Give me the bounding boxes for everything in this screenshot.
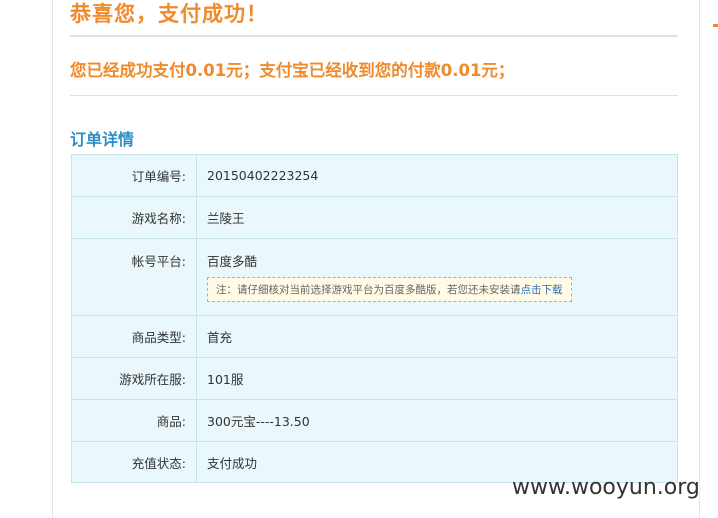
edge-marker [713,24,718,27]
game-name-label: 游戏名称: [71,196,197,239]
content-left-border [52,0,53,518]
game-name-value: 兰陵王 [196,196,678,239]
platform-warning-note: 注：请仔细核对当前选择游戏平台为百度多酷版，若您还未安装请点击下载 [207,277,572,302]
recharge-status-label: 充值状态: [71,441,197,483]
product-value: 300元宝----13.50 [196,399,678,442]
order-row-product-type: 商品类型: 首充 [71,315,678,358]
payment-result-page: 恭喜您，支付成功！ 您已经成功支付0.01元；支付宝已经收到您的付款0.01元；… [0,0,718,518]
title-divider [70,35,678,37]
order-row-game-server: 游戏所在服: 101服 [71,357,678,400]
platform-warning-text: 注：请仔细核对当前选择游戏平台为百度多酷版，若您还未安装请 [216,284,521,296]
product-type-label: 商品类型: [71,315,197,358]
product-label: 商品: [71,399,197,442]
order-number-label: 订单编号: [71,154,197,197]
download-link[interactable]: 点击下载 [521,284,563,296]
game-server-label: 游戏所在服: [71,357,197,400]
game-server-value: 101服 [196,357,678,400]
order-row-account-platform: 帐号平台: 百度多酷 注：请仔细核对当前选择游戏平台为百度多酷版，若您还未安装请… [71,238,678,316]
payment-success-title: 恭喜您，支付成功！ [70,2,268,26]
product-type-value: 首充 [196,315,678,358]
watermark-text: www.wooyun.org [512,475,700,500]
content-right-border [699,0,700,518]
account-platform-cell: 百度多酷 注：请仔细核对当前选择游戏平台为百度多酷版，若您还未安装请点击下载 [196,238,678,316]
account-platform-value: 百度多酷 [207,254,258,269]
order-details-table: 订单编号: 20150402223254 游戏名称: 兰陵王 帐号平台: 百度多… [71,154,678,483]
message-divider [70,95,678,96]
order-row-game-name: 游戏名称: 兰陵王 [71,196,678,239]
account-platform-label: 帐号平台: [71,238,197,316]
order-row-order-number: 订单编号: 20150402223254 [71,154,678,197]
order-number-value: 20150402223254 [196,154,678,197]
order-row-product: 商品: 300元宝----13.50 [71,399,678,442]
order-details-heading: 订单详情 [70,130,135,149]
payment-success-message: 您已经成功支付0.01元；支付宝已经收到您的付款0.01元； [70,61,515,80]
